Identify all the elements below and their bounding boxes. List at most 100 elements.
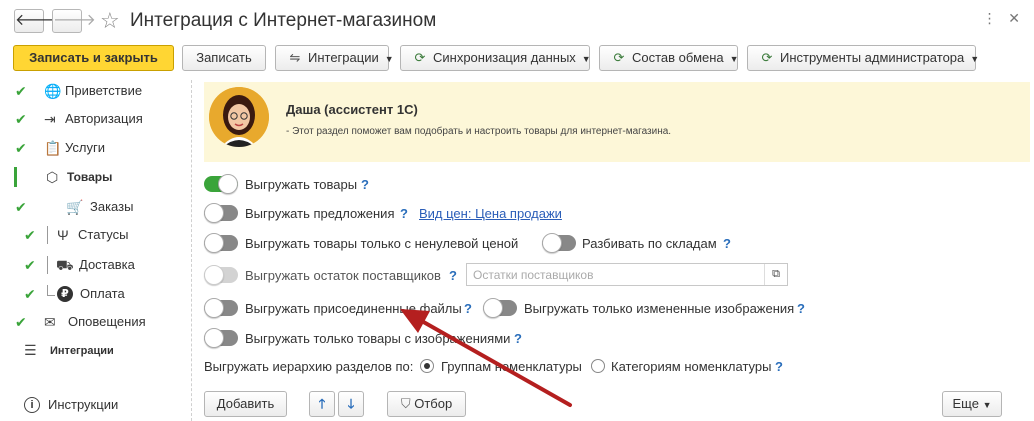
sidebar-item-label: Авторизация [65,111,143,126]
radio-hierarchy-groups[interactable] [420,359,434,373]
admin-tools-button[interactable]: ⟳ Инструменты администратора ▼ [747,45,979,71]
add-button[interactable]: Добавить [204,391,287,417]
sidebar-item-label: Интеграции [50,345,114,357]
export-with-images-label: Выгружать только товары с изображениями [245,331,511,346]
envelope-icon: ✉ [44,314,56,330]
sidebar-item-label: Оповещения [68,314,146,329]
hierarchy-label: Выгружать иерархию разделов по: [204,359,414,374]
forward-button[interactable]: 🡒 [52,9,96,33]
toggle-split-warehouses[interactable] [542,233,576,253]
sidebar-item-statuses[interactable]: ✔ Ψ Статусы [0,224,190,246]
toggle-knob [218,174,238,194]
clipboard-icon: 📋 [44,140,62,156]
star-icon[interactable]: ☆ [100,8,120,34]
integration-icon: ⇋ [289,50,301,65]
toggle-knob [483,298,503,318]
check-icon: ✔ [15,314,27,330]
toggle-export-with-images[interactable] [204,328,238,348]
sync-button[interactable]: ⟳ Синхронизация данных ▼ [400,45,591,71]
export-supplier-stock-label: Выгружать остаток поставщиков [245,268,441,283]
arrow-down-icon: 🡓 [347,396,355,411]
help-icon[interactable]: ? [400,206,408,221]
arrow-up-icon: 🡑 [318,396,326,411]
tree-line [47,285,55,296]
chevron-down-icon: ▼ [982,400,992,410]
export-attached-label: Выгружать присоединенные файлы [245,301,462,316]
toggle-export-offers[interactable] [204,203,238,223]
sidebar-item-integrations[interactable]: ☰ Интеграции [0,340,190,362]
back-button[interactable]: 🡐 [14,9,58,33]
chevron-down-icon: ▼ [581,54,591,64]
sidebar-item-label: Статусы [78,227,129,242]
cart-icon: 🛒 [66,199,84,215]
chevron-down-icon: ▼ [384,54,394,64]
sidebar-item-notifications[interactable]: ✔ ✉ Оповещения [0,311,190,333]
page-title: Интеграция с Интернет-магазином [130,10,437,31]
sidebar-item-label: Приветствие [65,83,143,98]
sidebar-item-delivery[interactable]: ✔ ⛟ Доставка [0,254,190,276]
sidebar-item-welcome[interactable]: ✔ 🌐 Приветствие [0,80,190,102]
box-icon: ⬡ [46,169,59,185]
instructions-link[interactable]: i Инструкции [0,394,190,416]
instructions-label: Инструкции [48,397,119,412]
exchange-label: Состав обмена [632,50,724,65]
move-down-button[interactable]: 🡓 [338,391,364,417]
assistant-avatar [209,87,269,147]
export-changed-images-label: Выгружать только измененные изображения [524,301,795,316]
login-icon: ⇥ [44,111,56,127]
sync-label: Синхронизация данных [433,50,576,65]
help-icon[interactable]: ? [797,301,805,316]
save-close-button[interactable]: Записать и закрыть [13,45,174,71]
export-goods-label: Выгружать товары [245,177,358,192]
filter-label: Отбор [414,396,453,411]
toggle-export-attached[interactable] [204,298,238,318]
toggle-export-changed-images[interactable] [483,298,517,318]
toggle-export-goods[interactable] [204,174,238,194]
gear-refresh-icon: ⟳ [761,50,773,65]
save-button[interactable]: Записать [182,45,266,71]
filter-button[interactable]: ⛉ Отбор [387,391,466,417]
filter-icon: ⛉ [400,396,411,411]
exchange-button[interactable]: ⟳ Состав обмена ▼ [599,45,739,71]
integrations-label: Интеграции [308,50,379,65]
toggle-knob [204,328,224,348]
radio-hierarchy-categories[interactable] [591,359,605,373]
sidebar-item-services[interactable]: ✔ 📋 Услуги [0,137,190,159]
fork-icon: Ψ [57,227,69,243]
sidebar-item-auth[interactable]: ✔ ⇥ Авторизация [0,108,190,130]
supplier-stock-field[interactable]: Остатки поставщиков ⧉ [466,263,788,286]
toggle-export-nonzero[interactable] [204,233,238,253]
sidebar-item-label: Доставка [79,257,135,272]
toggle-export-supplier-stock[interactable] [204,265,238,285]
more-label: Еще [952,396,979,411]
chevron-down-icon: ▼ [729,54,739,64]
help-icon[interactable]: ? [514,331,522,346]
help-icon[interactable]: ? [449,268,457,283]
help-icon[interactable]: ? [723,236,731,251]
check-icon: ✔ [24,257,36,273]
sidebar-item-goods[interactable]: ⬡ Товары [0,166,190,188]
toggle-knob [204,233,224,253]
integrations-button[interactable]: ⇋ Интеграции ▼ [275,45,394,71]
toggle-knob [204,203,224,223]
move-up-button[interactable]: 🡑 [309,391,335,417]
more-button[interactable]: Еще ▼ [942,391,1002,417]
refresh-icon: ⟳ [613,50,625,65]
info-icon: i [24,397,40,413]
help-icon[interactable]: ? [464,301,472,316]
sidebar-item-orders[interactable]: ✔ 🛒 Заказы [0,196,190,218]
price-type-link[interactable]: Вид цен: Цена продажи [419,206,562,221]
sidebar-item-label: Услуги [65,140,105,155]
sidebar-item-payment[interactable]: ✔ ₽ Оплата [0,283,190,305]
open-icon[interactable]: ⧉ [764,264,787,285]
help-icon[interactable]: ? [361,177,369,192]
window-controls[interactable]: ⋮ ✕ [983,10,1020,27]
truck-icon: ⛟ [56,257,74,273]
toggle-knob [542,233,562,253]
check-icon: ✔ [15,83,27,99]
help-icon[interactable]: ? [775,359,783,374]
assistant-text: - Этот раздел поможет вам подобрать и на… [286,126,672,137]
check-icon: ✔ [24,227,36,243]
toggle-knob [204,298,224,318]
refresh-icon: ⟳ [414,50,426,65]
